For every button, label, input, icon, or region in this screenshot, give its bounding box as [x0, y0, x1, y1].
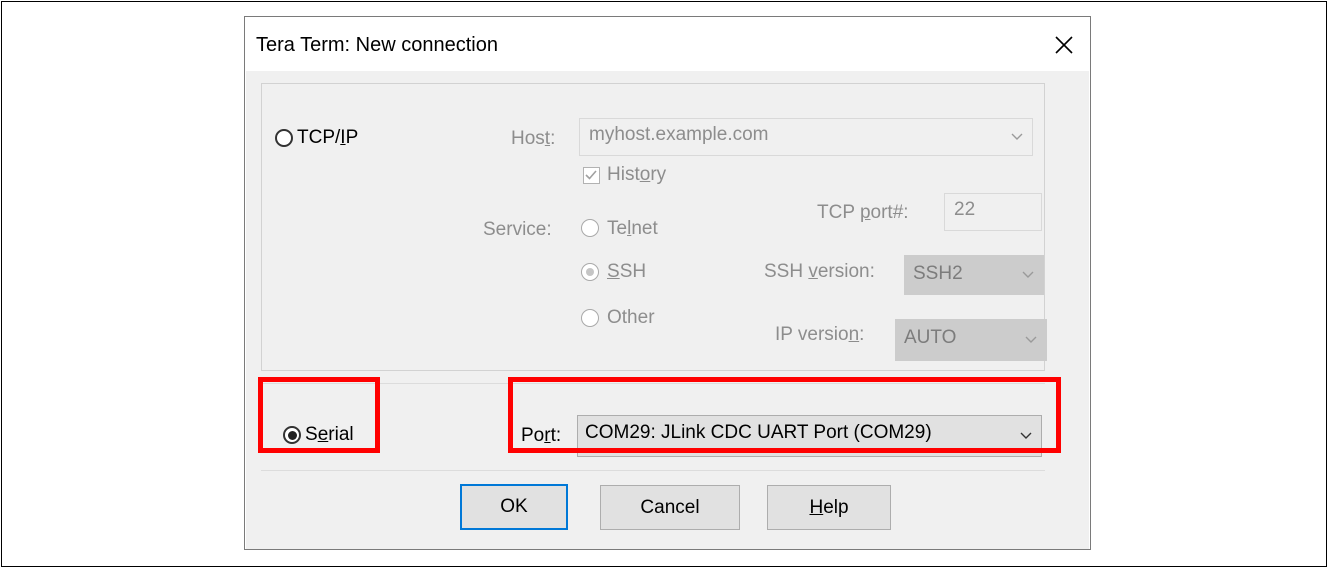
title-bar: Tera Term: New connection	[245, 17, 1090, 71]
ssh-radio[interactable]	[581, 263, 599, 281]
chevron-down-icon	[1016, 320, 1046, 360]
tcp-port-label: TCP port#:	[817, 202, 909, 223]
chevron-down-icon	[1002, 119, 1032, 155]
other-label: Other	[607, 307, 655, 328]
chevron-down-icon	[1013, 256, 1043, 294]
help-button[interactable]: Help	[767, 485, 891, 530]
window-title: Tera Term: New connection	[256, 34, 498, 56]
close-button[interactable]	[1046, 27, 1082, 63]
ssh-version-value: SSH2	[913, 263, 963, 284]
serial-highlight-box	[258, 377, 380, 453]
new-connection-dialog: Tera Term: New connection TCP/IP Host: m…	[244, 16, 1091, 550]
ip-version-value: AUTO	[904, 327, 957, 348]
dialog-body: TCP/IP Host: myhost.example.com History …	[246, 71, 1089, 549]
other-radio[interactable]	[581, 309, 599, 327]
tcpip-radio[interactable]	[275, 129, 293, 147]
history-label: History	[607, 164, 667, 185]
cancel-button[interactable]: Cancel	[600, 485, 740, 530]
ssh-version-select[interactable]: SSH2	[904, 255, 1044, 295]
ok-button[interactable]: OK	[460, 484, 568, 530]
tcp-port-value: 22	[954, 199, 976, 220]
telnet-label: Telnet	[607, 218, 658, 239]
separator	[261, 470, 1045, 471]
ip-version-label: IP version:	[775, 324, 865, 345]
service-label: Service:	[483, 219, 552, 240]
ssh-label: SSH	[607, 261, 647, 282]
host-value: myhost.example.com	[589, 124, 769, 145]
host-label: Host:	[511, 128, 556, 149]
telnet-radio[interactable]	[581, 219, 599, 237]
host-combo[interactable]: myhost.example.com	[579, 118, 1033, 156]
ip-version-select[interactable]: AUTO	[895, 319, 1047, 361]
checkmark-icon	[585, 170, 597, 180]
ssh-radio-dot	[585, 267, 594, 276]
tcp-port-input[interactable]: 22	[944, 193, 1042, 231]
tcpip-label: TCP/IP	[297, 127, 359, 148]
port-highlight-box	[508, 377, 1061, 453]
close-icon	[1055, 36, 1073, 54]
history-checkbox[interactable]	[583, 167, 600, 184]
ssh-version-label: SSH version:	[764, 261, 875, 282]
